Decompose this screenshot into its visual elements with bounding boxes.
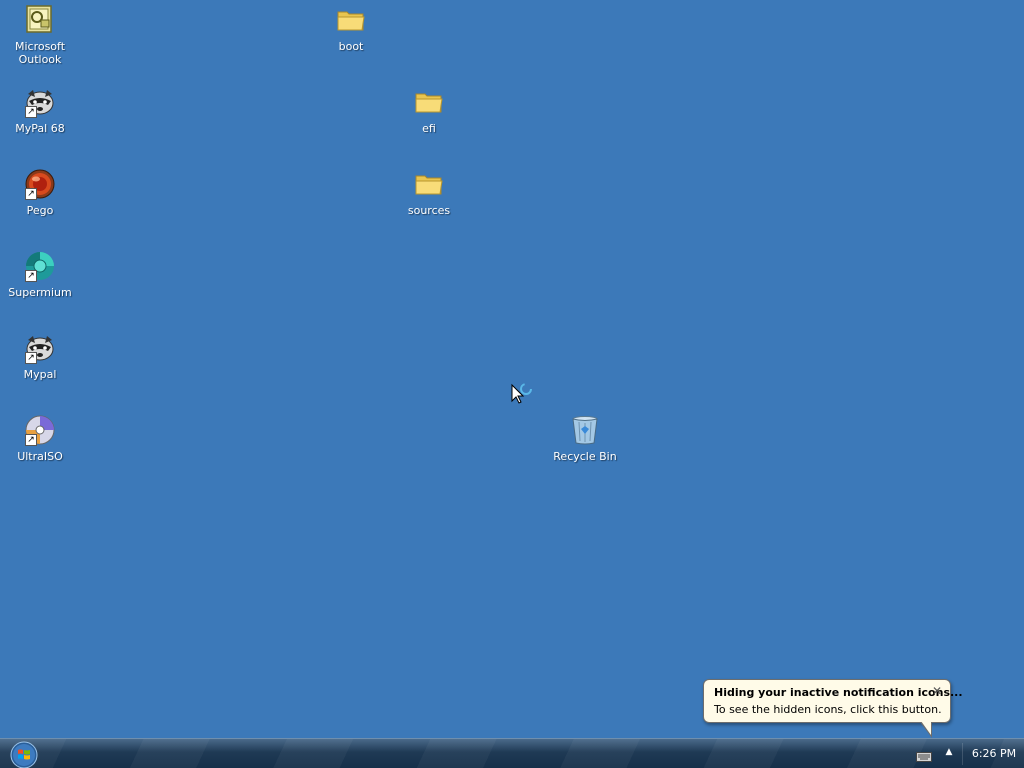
- keyboard-icon[interactable]: [916, 748, 932, 762]
- desktop-icon-ultraiso[interactable]: ↗ UltraISO: [0, 414, 80, 463]
- outlook-icon: [24, 4, 56, 36]
- desktop-icon-label: efi: [422, 122, 436, 135]
- desktop-icon-pego[interactable]: ↗ Pego: [0, 168, 80, 217]
- desktop-icon-sources-folder[interactable]: sources: [389, 168, 469, 217]
- desktop-icon-mypal[interactable]: ↗ Mypal: [0, 332, 80, 381]
- desktop-icon-label: Supermium: [8, 286, 72, 299]
- tray-divider: [962, 743, 963, 765]
- desktop-icon-mypal-68[interactable]: ↗ MyPal 68: [0, 86, 80, 135]
- desktop-icon-label: boot: [338, 40, 364, 53]
- taskbar: ▲ 6:26 PM: [0, 738, 1024, 768]
- shortcut-arrow-icon: ↗: [25, 434, 37, 446]
- desktop-icon-label: sources: [407, 204, 451, 217]
- pego-icon: ↗: [24, 168, 56, 200]
- balloon-tail-fill: [921, 721, 931, 735]
- desktop-icon-microsoft-outlook[interactable]: Microsoft Outlook: [0, 4, 80, 66]
- desktop-icon-label: Mypal: [23, 368, 57, 381]
- system-tray: ▲ 6:26 PM: [904, 739, 1024, 768]
- desktop-icon-efi-folder[interactable]: efi: [389, 86, 469, 135]
- show-hidden-icons-button[interactable]: ▲: [944, 747, 954, 757]
- recycle-bin-icon: [569, 414, 601, 446]
- desktop-icon-label: Pego: [26, 204, 54, 217]
- notification-balloon: Hiding your inactive notification icons.…: [703, 679, 963, 723]
- shortcut-arrow-icon: ↗: [25, 106, 37, 118]
- desktop-icon-boot-folder[interactable]: boot: [311, 4, 391, 53]
- mypal-raccoon-icon: ↗: [24, 332, 56, 364]
- supermium-icon: ↗: [24, 250, 56, 282]
- busy-cursor-icon: [510, 383, 536, 407]
- mypal-raccoon-icon: ↗: [24, 86, 56, 118]
- shortcut-arrow-icon: ↗: [25, 352, 37, 364]
- desktop-icon-supermium[interactable]: ↗ Supermium: [0, 250, 80, 299]
- desktop-icon-label: MyPal 68: [15, 122, 65, 135]
- balloon-text: To see the hidden icons, click this butt…: [714, 703, 942, 716]
- desktop[interactable]: Microsoft Outlook ↗ MyPal 68 ↗ Pego ↗ Su…: [0, 0, 1024, 738]
- taskbar-sheen: [0, 739, 1024, 768]
- close-icon[interactable]: ✕: [930, 684, 944, 698]
- clock[interactable]: 6:26 PM: [964, 739, 1024, 768]
- shortcut-arrow-icon: ↗: [25, 270, 37, 282]
- ultraiso-disc-icon: ↗: [24, 414, 56, 446]
- desktop-icon-label: Recycle Bin: [553, 450, 617, 463]
- desktop-icon-label: Microsoft Outlook: [14, 40, 66, 66]
- folder-icon: [413, 168, 445, 200]
- desktop-icon-recycle-bin[interactable]: Recycle Bin: [545, 414, 625, 463]
- shortcut-arrow-icon: ↗: [25, 188, 37, 200]
- folder-icon: [413, 86, 445, 118]
- folder-icon: [335, 4, 367, 36]
- windows-start-orb-icon: [10, 741, 38, 768]
- start-button[interactable]: [10, 741, 38, 768]
- balloon-title: Hiding your inactive notification icons.…: [714, 686, 963, 699]
- desktop-icon-label: UltraISO: [17, 450, 63, 463]
